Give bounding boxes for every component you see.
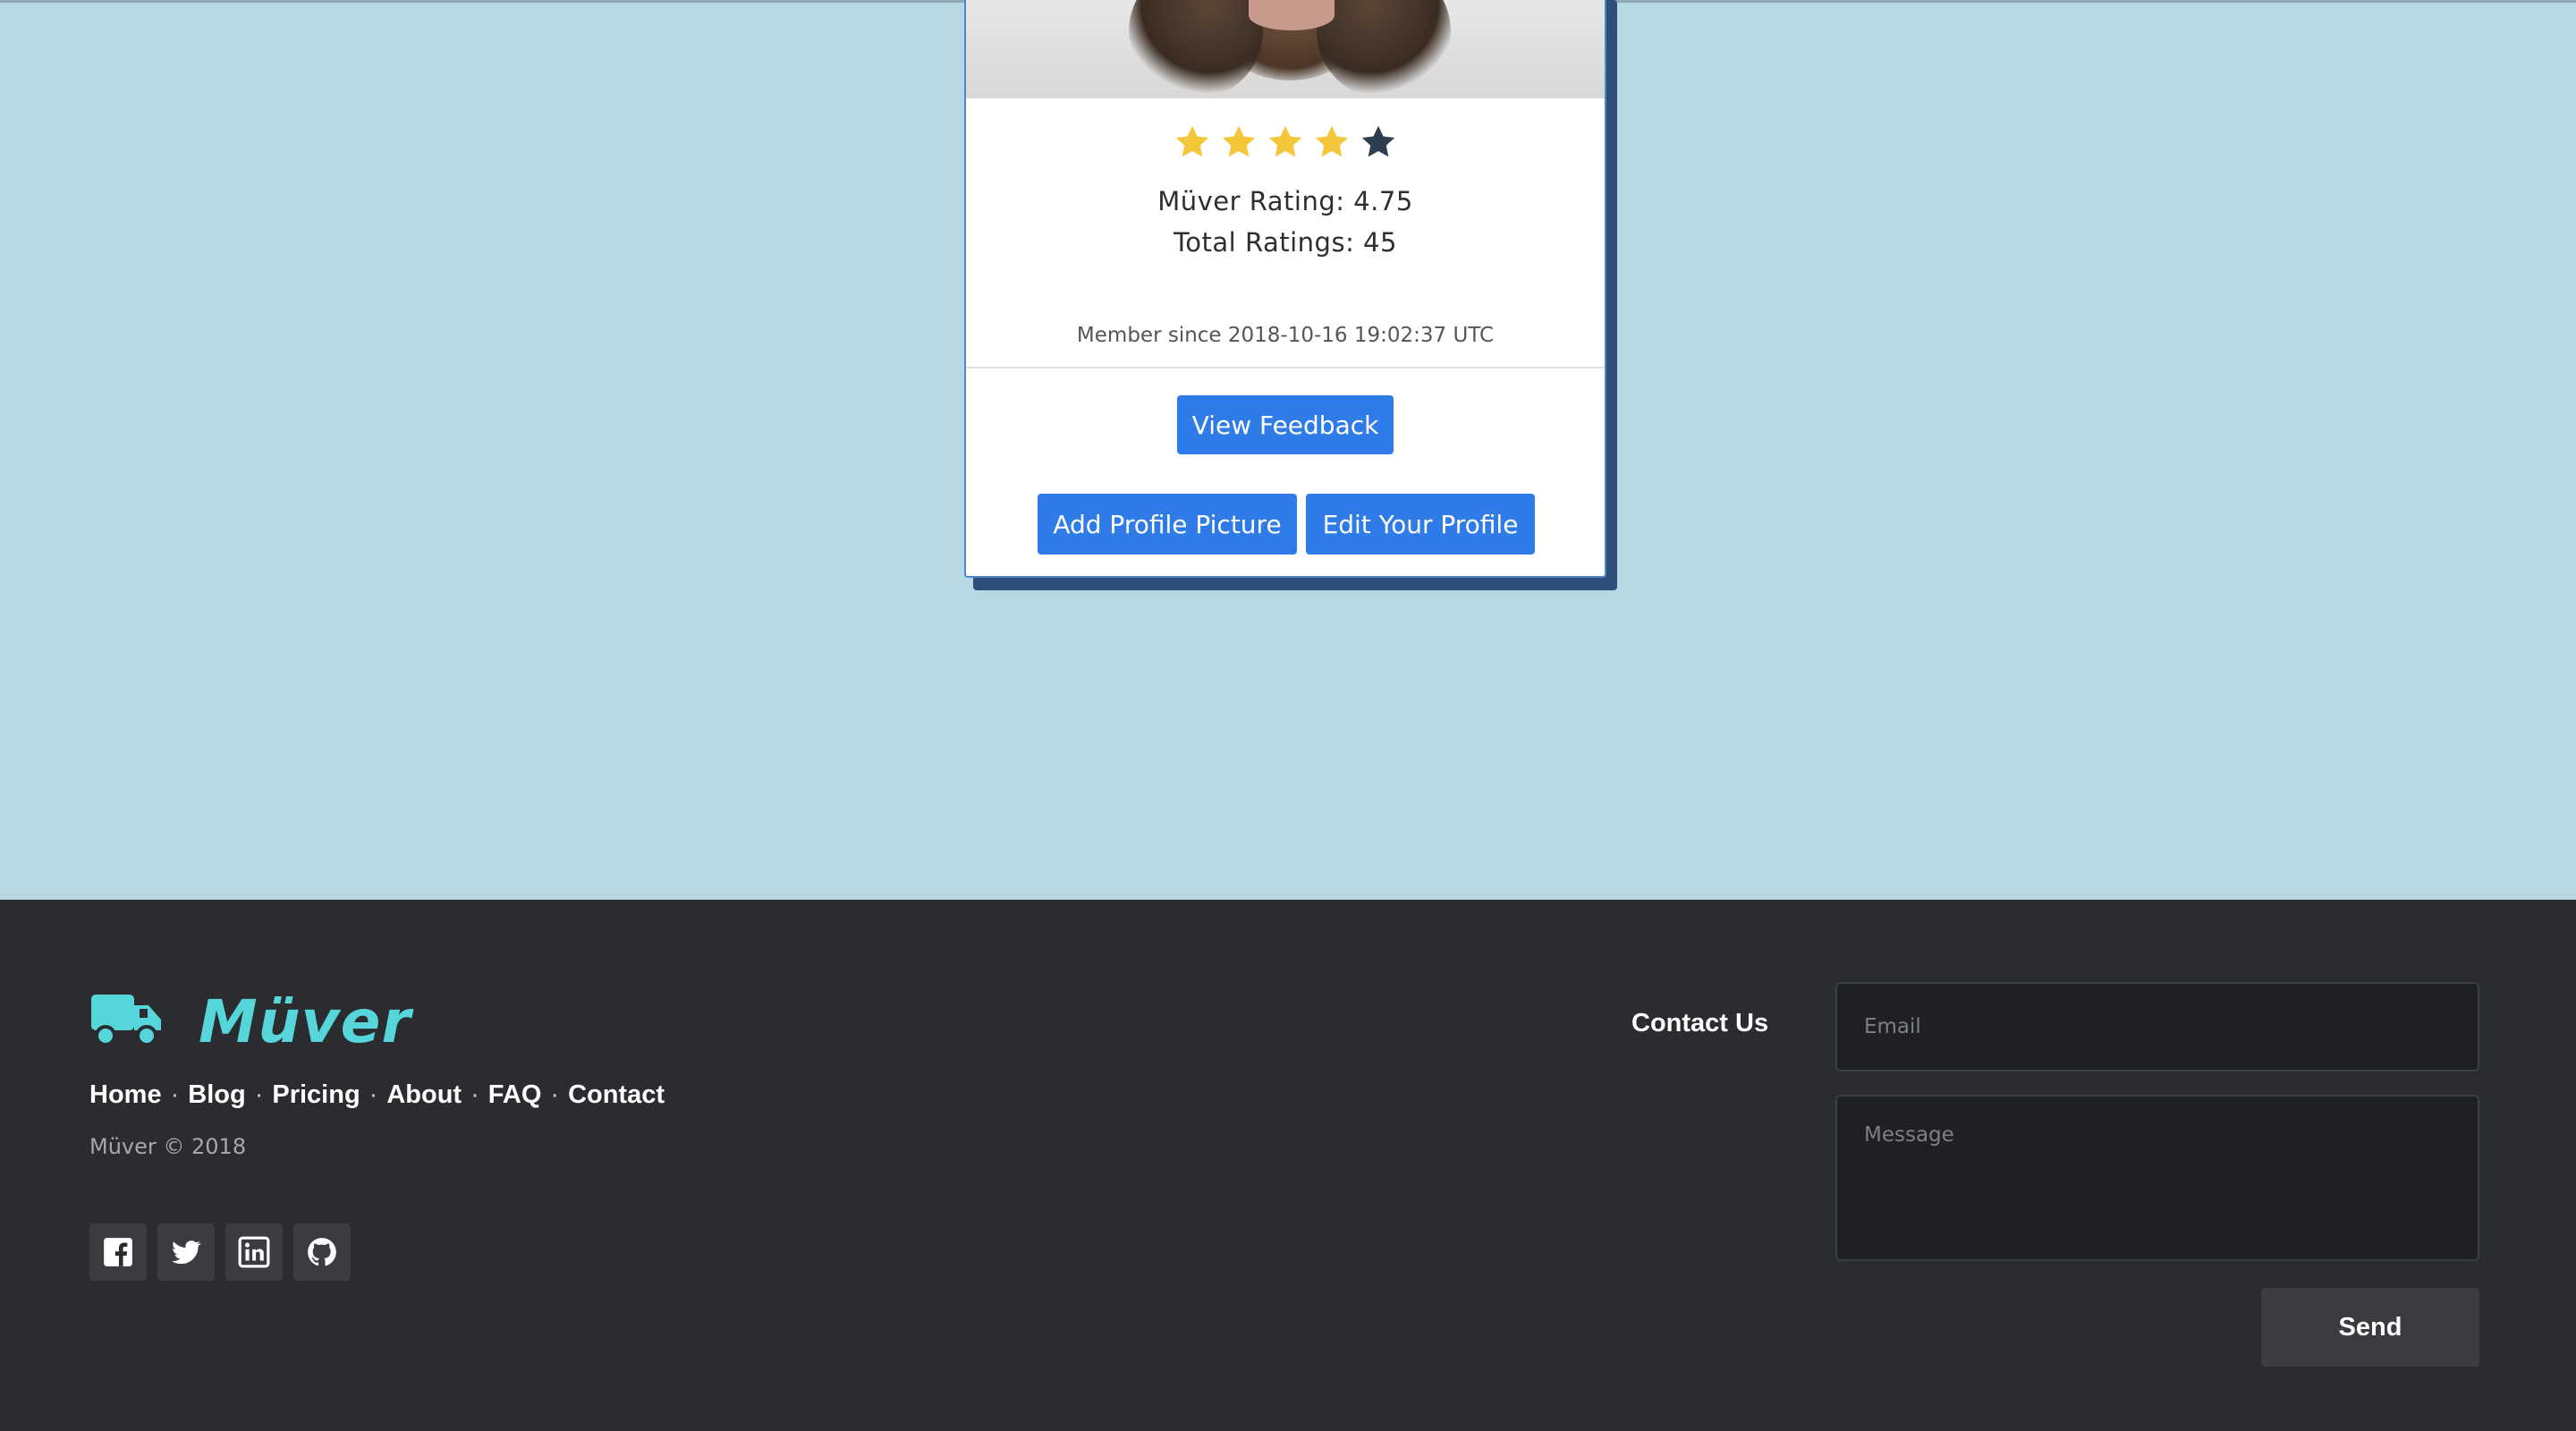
rating-stars <box>966 122 1605 163</box>
profile-card: Müver Rating: 4.75 Total Ratings: 45 Mem… <box>964 0 1606 578</box>
member-since: Member since 2018-10-16 19:02:37 UTC <box>1076 324 1495 347</box>
total-ratings: Total Ratings: 45 <box>1174 227 1397 258</box>
github-icon[interactable] <box>293 1224 351 1281</box>
copyright: Müver © 2018 <box>89 1134 247 1159</box>
brand-logo[interactable]: Müver <box>199 987 411 1056</box>
nav-home-link[interactable]: Home <box>89 1080 162 1110</box>
edit-profile-button[interactable]: Edit Your Profile <box>1306 494 1535 555</box>
star-empty-icon <box>1358 122 1399 163</box>
card-divider <box>966 367 1605 368</box>
message-field[interactable] <box>1835 1095 2479 1261</box>
twitter-icon[interactable] <box>157 1224 215 1281</box>
nav-blog-link[interactable]: Blog <box>188 1080 245 1110</box>
facebook-icon[interactable] <box>89 1224 147 1281</box>
linkedin-icon[interactable] <box>225 1224 283 1281</box>
truck-icon <box>89 989 165 1050</box>
star-filled-icon <box>1311 122 1352 163</box>
nav-pricing-link[interactable]: Pricing <box>272 1080 360 1110</box>
nav-faq-link[interactable]: FAQ <box>488 1080 542 1110</box>
star-filled-icon <box>1172 122 1213 163</box>
footer-nav: Home · Blog · Pricing · About · FAQ · Co… <box>89 1080 665 1110</box>
star-filled-icon <box>1265 122 1306 163</box>
view-feedback-button[interactable]: View Feedback <box>1177 395 1394 454</box>
star-filled-icon <box>1218 122 1259 163</box>
muver-rating: Müver Rating: 4.75 <box>1157 186 1413 216</box>
nav-contact-link[interactable]: Contact <box>568 1080 665 1110</box>
email-field[interactable] <box>1835 982 2479 1071</box>
profile-photo <box>966 0 1605 98</box>
contact-us-heading: Contact Us <box>1631 1009 1769 1037</box>
add-profile-picture-button[interactable]: Add Profile Picture <box>1038 494 1297 555</box>
nav-about-link[interactable]: About <box>386 1080 462 1110</box>
footer: Müver Home · Blog · Pricing · About · FA… <box>0 900 2576 1431</box>
social-links <box>89 1224 351 1281</box>
send-button[interactable]: Send <box>2261 1288 2479 1367</box>
